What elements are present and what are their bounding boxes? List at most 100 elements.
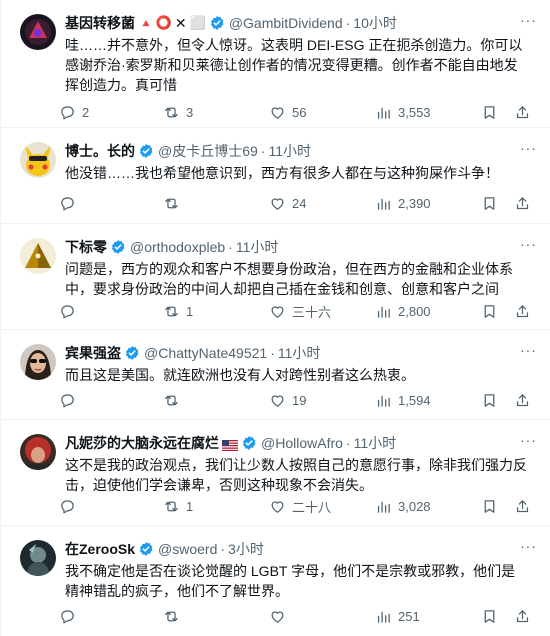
retweet-count: 1 bbox=[186, 303, 194, 319]
retweet-button[interactable]: 3 bbox=[163, 101, 193, 123]
user-handle[interactable]: @皮卡丘博士69 bbox=[158, 141, 258, 161]
tweet-item[interactable]: 博士。长的 @皮卡丘博士69 · 11小时 ··· 他没错……我也希望他意识到，… bbox=[1, 128, 550, 224]
timestamp[interactable]: 11小时 bbox=[354, 433, 397, 453]
avatar[interactable] bbox=[20, 344, 56, 380]
share-button[interactable] bbox=[514, 101, 531, 123]
like-button[interactable]: 19 bbox=[269, 389, 306, 411]
tweet-item[interactable]: 基因转移菌 🔺 ⭕ ✕ ⬜ @GambitDividend · 10小时 ···… bbox=[1, 0, 550, 128]
action-bar: 1 三十六 2,800 bbox=[59, 300, 534, 322]
like-button[interactable]: 24 bbox=[269, 192, 306, 214]
timestamp[interactable]: 3小时 bbox=[228, 539, 264, 559]
tweet-text: 问题是，西方的观众和客户不想要身份政治，但在西方的金融和企业体系中，要求身份政治… bbox=[65, 261, 513, 297]
user-handle[interactable]: @ChattyNate49521 bbox=[144, 345, 267, 361]
like-button[interactable]: 三十六 bbox=[269, 300, 331, 322]
reply-button[interactable] bbox=[59, 192, 82, 214]
views-button[interactable]: 251 bbox=[375, 605, 420, 627]
tweet-item[interactable]: 在ZerooSk @swoerd · 3小时 ··· 我不确定他是否在谈论觉醒的… bbox=[1, 526, 550, 636]
views-button[interactable]: 3,028 bbox=[375, 495, 431, 517]
retweet-button[interactable] bbox=[163, 605, 186, 627]
tweet-header: 基因转移菌 🔺 ⭕ ✕ ⬜ @GambitDividend · 10小时 bbox=[65, 13, 397, 33]
avatar[interactable] bbox=[20, 14, 56, 50]
display-name[interactable]: 博士。长的 bbox=[65, 141, 135, 161]
views-chart-icon bbox=[377, 198, 390, 210]
timestamp[interactable]: 11小时 bbox=[278, 343, 321, 363]
tweet-item[interactable]: 下标零 @orthodoxpleb · 11小时 ··· 问题是，西方的观众和客… bbox=[1, 224, 550, 330]
verified-badge-icon bbox=[110, 239, 126, 255]
action-bar: 19 1,594 bbox=[59, 389, 534, 411]
reply-button[interactable] bbox=[59, 495, 82, 517]
retweet-button[interactable]: 1 bbox=[163, 495, 193, 517]
retweet-button[interactable] bbox=[163, 389, 186, 411]
views-button[interactable]: 2,800 bbox=[375, 300, 431, 322]
reply-button[interactable]: 2 bbox=[59, 101, 89, 123]
woman-sunglasses-avatar-icon bbox=[20, 344, 56, 380]
bookmark-button[interactable] bbox=[481, 300, 498, 322]
verified-badge-icon bbox=[124, 345, 140, 361]
bookmark-icon bbox=[484, 304, 495, 318]
share-button[interactable] bbox=[514, 605, 531, 627]
user-handle[interactable]: @HollowAfro bbox=[261, 435, 343, 451]
more-options-icon[interactable]: ··· bbox=[520, 12, 537, 28]
tweet-text: 他没错……我也希望他意识到，西方有很多人都在与这种狗屎作斗争！ bbox=[65, 165, 499, 181]
bookmark-button[interactable] bbox=[481, 495, 498, 517]
more-options-icon[interactable]: ··· bbox=[520, 432, 537, 448]
more-options-icon[interactable]: ··· bbox=[520, 236, 537, 252]
more-options-icon[interactable]: ··· bbox=[520, 140, 537, 156]
avatar[interactable] bbox=[20, 142, 56, 178]
like-button[interactable]: 56 bbox=[269, 101, 306, 123]
share-button[interactable] bbox=[514, 495, 531, 517]
avatar[interactable] bbox=[20, 540, 56, 576]
share-icon bbox=[516, 393, 529, 406]
tweet-item[interactable]: 凡妮莎的大脑永远在腐烂 @HollowAfro · 11小时 ··· 这不是我的… bbox=[1, 420, 550, 526]
user-handle[interactable]: @orthodoxpleb bbox=[130, 239, 225, 255]
action-bar: 24 2,390 bbox=[59, 192, 534, 214]
views-button[interactable]: 1,594 bbox=[375, 389, 431, 411]
share-button[interactable] bbox=[514, 389, 531, 411]
like-button[interactable] bbox=[269, 605, 292, 627]
bookmark-button[interactable] bbox=[481, 389, 498, 411]
display-name[interactable]: 基因转移菌 bbox=[65, 13, 135, 33]
like-count: 24 bbox=[292, 195, 307, 211]
reply-button[interactable] bbox=[59, 300, 82, 322]
views-button[interactable]: 2,390 bbox=[375, 192, 431, 214]
user-handle[interactable]: @GambitDividend bbox=[229, 15, 343, 31]
display-name[interactable]: 宾果强盗 bbox=[65, 343, 121, 363]
bookmark-icon bbox=[484, 105, 495, 119]
like-button[interactable]: 二十八 bbox=[269, 495, 331, 517]
red-hair-avatar-icon bbox=[20, 434, 56, 470]
reply-icon bbox=[61, 196, 74, 211]
retweet-icon bbox=[165, 395, 178, 405]
reply-icon bbox=[61, 304, 74, 319]
red-circle-icon: ⭕ bbox=[155, 15, 172, 30]
display-name[interactable]: 下标零 bbox=[65, 237, 107, 257]
dark-red-emblem-avatar-icon bbox=[20, 14, 56, 50]
view-count: 3,553 bbox=[398, 104, 431, 120]
timestamp[interactable]: 11小时 bbox=[268, 141, 311, 161]
reply-icon bbox=[61, 393, 74, 408]
share-icon bbox=[516, 105, 529, 118]
view-count: 1,594 bbox=[398, 392, 431, 408]
retweet-button[interactable]: 1 bbox=[163, 300, 193, 322]
avatar[interactable] bbox=[20, 434, 56, 470]
retweet-button[interactable] bbox=[163, 192, 186, 214]
heart-icon bbox=[271, 305, 284, 318]
timestamp[interactable]: 11小时 bbox=[236, 237, 279, 257]
display-name[interactable]: 在ZerooSk bbox=[65, 539, 135, 559]
views-chart-icon bbox=[377, 501, 390, 513]
timestamp[interactable]: 10小时 bbox=[353, 13, 397, 33]
display-name[interactable]: 凡妮莎的大脑永远在腐烂 bbox=[65, 433, 219, 453]
bookmark-button[interactable] bbox=[481, 101, 498, 123]
tweet-item[interactable]: 宾果强盗 @ChattyNate49521 · 11小时 ··· 而且这是美国。… bbox=[1, 330, 550, 420]
share-button[interactable] bbox=[514, 192, 531, 214]
bookmark-icon bbox=[484, 393, 495, 407]
bookmark-button[interactable] bbox=[481, 192, 498, 214]
share-button[interactable] bbox=[514, 300, 531, 322]
more-options-icon[interactable]: ··· bbox=[520, 538, 537, 554]
avatar[interactable] bbox=[20, 238, 56, 274]
views-button[interactable]: 3,553 bbox=[375, 101, 431, 123]
reply-button[interactable] bbox=[59, 389, 82, 411]
user-handle[interactable]: @swoerd bbox=[158, 541, 217, 557]
reply-button[interactable] bbox=[59, 605, 82, 627]
bookmark-button[interactable] bbox=[481, 605, 498, 627]
more-options-icon[interactable]: ··· bbox=[520, 342, 537, 358]
